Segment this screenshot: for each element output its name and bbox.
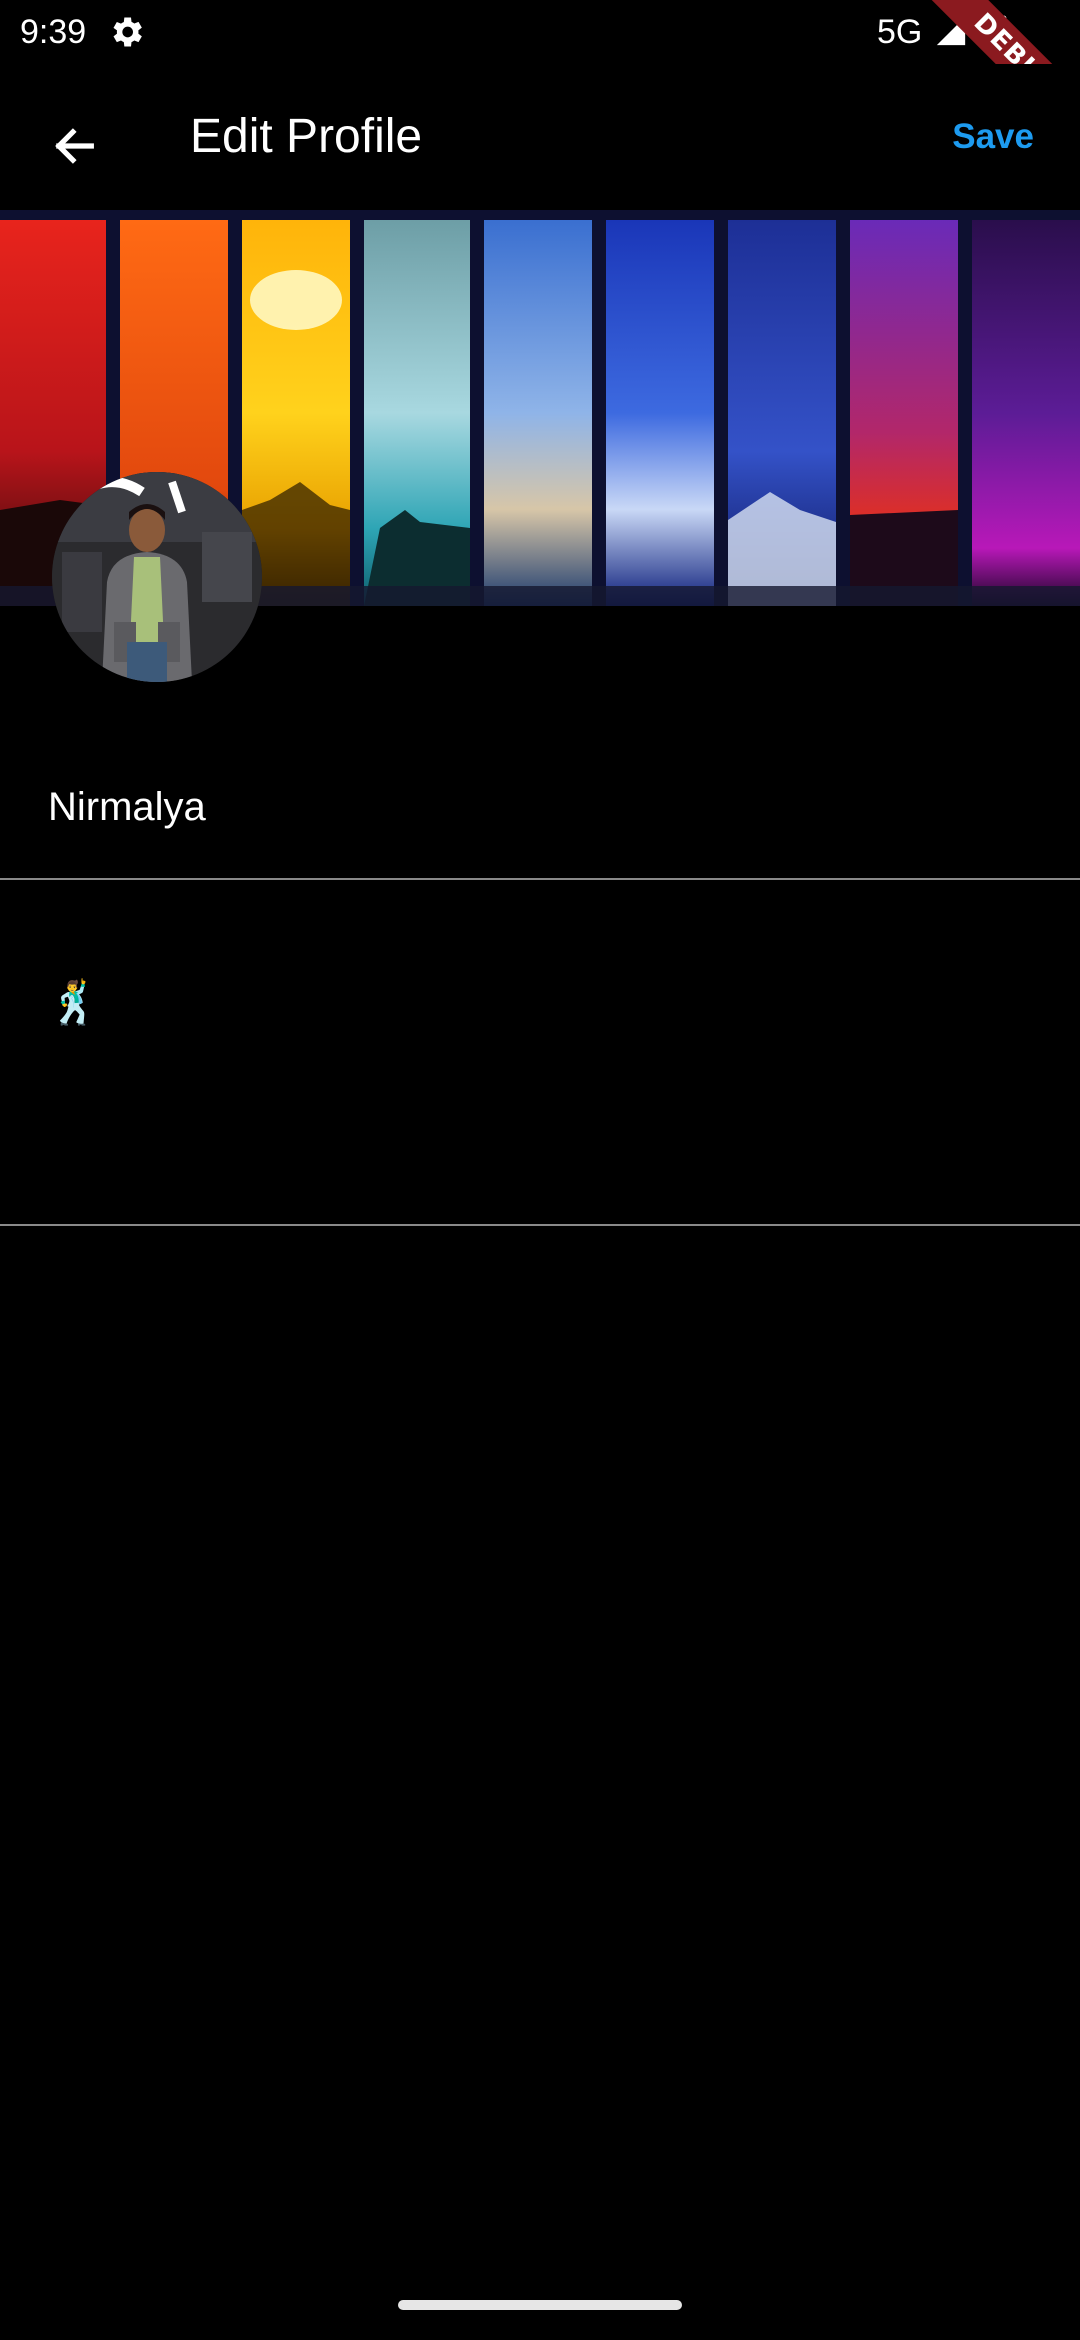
bio-input-value: 🕺 — [48, 979, 101, 1026]
battery-icon — [985, 12, 1007, 50]
profile-avatar[interactable] — [52, 472, 262, 682]
save-button[interactable]: Save — [952, 114, 1034, 160]
back-button[interactable] — [30, 102, 118, 190]
network-type: 5G — [877, 13, 923, 51]
status-bar: 9:39 5G DEBUG — [0, 0, 1080, 155]
arrow-left-icon — [55, 128, 94, 164]
home-indicator[interactable] — [398, 2300, 682, 2310]
name-input-value: Nirmalya — [48, 785, 206, 829]
signal-icon — [936, 16, 966, 46]
name-field[interactable]: Nirmalya — [0, 736, 1080, 880]
bio-field[interactable]: 🕺 — [0, 880, 1080, 1226]
page-title: Edit Profile — [190, 110, 423, 163]
status-time: 9:39 — [20, 13, 87, 51]
app-bar: Edit Profile Save — [0, 64, 1080, 210]
avatar-photo — [52, 472, 262, 682]
gear-icon — [113, 17, 142, 47]
